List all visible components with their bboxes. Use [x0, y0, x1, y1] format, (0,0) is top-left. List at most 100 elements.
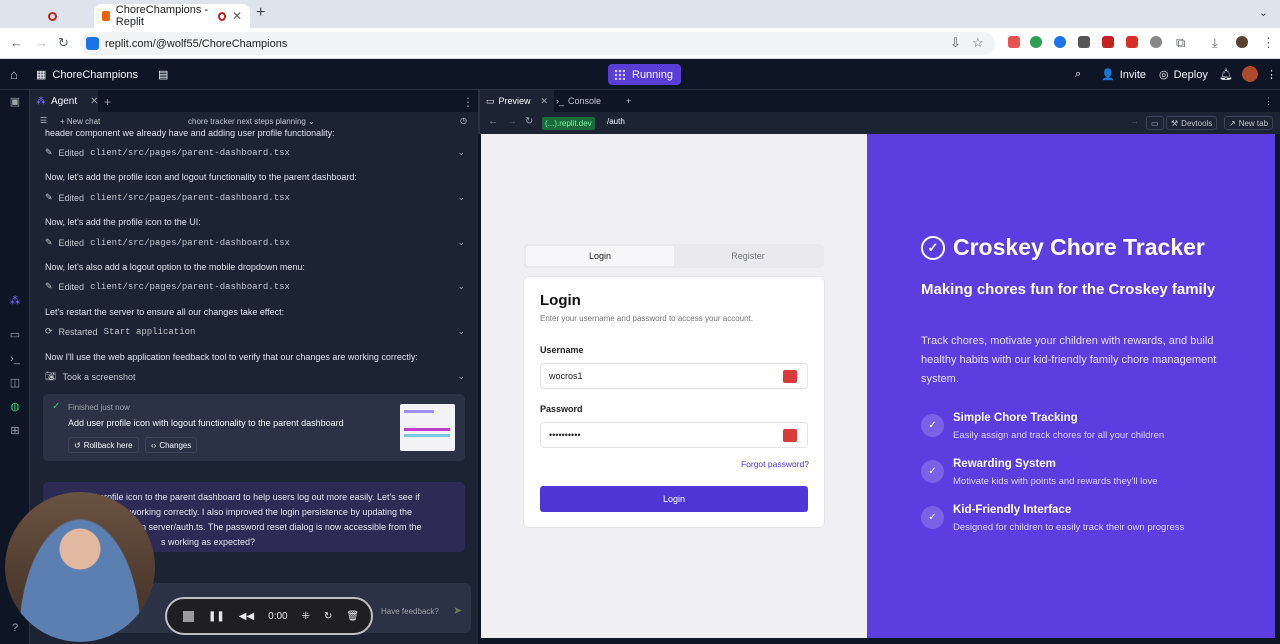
database-icon[interactable]: ◫ [9, 377, 21, 389]
password-field[interactable]: •••••••••• [540, 422, 808, 448]
download-icon[interactable]: ⤓ [1212, 35, 1218, 51]
menu-kebab-icon[interactable]: ⋮ [1262, 35, 1275, 51]
extension-icon[interactable] [1150, 36, 1162, 48]
tab-register[interactable]: Register [674, 246, 822, 266]
files-icon[interactable]: ▣ [9, 96, 21, 108]
preview-icon[interactable]: ▭ [9, 329, 21, 341]
password-manager-icon[interactable] [783, 429, 797, 442]
rewind-icon[interactable]: ◀◀ [239, 611, 254, 622]
chevron-down-icon[interactable]: ⌄ [457, 147, 465, 158]
new-chat-button[interactable]: + New chat [60, 117, 100, 126]
forward-icon[interactable]: → [507, 116, 517, 127]
devtools-button[interactable]: ⚒ Devtools [1166, 116, 1218, 130]
chevron-down-icon[interactable]: ⌄ [457, 237, 465, 248]
shell-icon[interactable]: ›_ [9, 353, 21, 365]
user-avatar[interactable] [1242, 66, 1258, 82]
forgot-password-link[interactable]: Forgot password? [741, 459, 809, 469]
chevron-down-icon[interactable]: ⌄ [457, 281, 465, 292]
close-tab-icon[interactable]: ✕ [232, 9, 242, 23]
bell-icon[interactable]: 🔔︎ [1219, 68, 1233, 81]
rollback-icon: ↺ [74, 440, 81, 450]
url-host[interactable]: (...).replit.dev [542, 117, 595, 130]
screenshot-thumbnail[interactable] [400, 404, 455, 451]
project-title[interactable]: ▦ ChoreChampions ▤ [36, 68, 168, 82]
chevron-down-icon[interactable]: ⌄ [457, 326, 465, 337]
menu-kebab-icon[interactable]: ⋮ [1258, 90, 1279, 112]
camera-icon: 📷︎ [45, 371, 57, 381]
puzzle-icon[interactable]: ⧉ [1176, 35, 1185, 51]
restart-icon[interactable]: ↻ [324, 611, 332, 622]
action-row[interactable]: ✎ Edited client/src/pages/parent-dashboa… [45, 192, 465, 203]
device-icon[interactable]: ▭ [1146, 116, 1164, 130]
action-row[interactable]: ⟳ Restarted Start application ⌄ [45, 326, 465, 337]
url-path[interactable]: /auth [607, 117, 625, 126]
close-icon[interactable]: ✕ [541, 96, 549, 107]
agent-message: Now, let's add the profile icon and logo… [45, 172, 357, 182]
action-row[interactable]: ✎ Edited client/src/pages/parent-dashboa… [45, 281, 465, 292]
agent-tabbar: ⁂ Agent ✕ + ⋮ [30, 90, 478, 112]
hero-title-text: Croskey Chore Tracker [953, 234, 1205, 260]
git-icon[interactable]: ◍ [9, 401, 21, 413]
new-tab-icon[interactable]: + [256, 4, 265, 22]
reload-icon[interactable]: ↻ [58, 35, 69, 51]
address-bar[interactable]: replit.com/@wolf55/ChoreChampions [80, 32, 995, 55]
help-icon[interactable]: ? [9, 622, 21, 634]
install-icon[interactable]: ⇩ [950, 35, 961, 51]
back-icon[interactable]: ← [10, 35, 23, 50]
grid-icon[interactable]: ⁜ [302, 611, 310, 622]
chat-title-dropdown[interactable]: chore tracker next steps planning ⌄ [188, 117, 315, 126]
tab-preview[interactable]: ▭ Preview ✕ [480, 90, 555, 112]
browser-tab-recording[interactable] [40, 4, 92, 28]
chevron-down-icon[interactable]: ⌄ [1259, 6, 1268, 19]
refresh-icon[interactable]: ◷ [460, 116, 467, 125]
tab-console[interactable]: ›_ Console [550, 90, 607, 112]
reload-icon[interactable]: ↻ [525, 116, 533, 127]
stop-icon[interactable] [183, 610, 194, 622]
changes-button[interactable]: ‹› Changes [145, 437, 198, 453]
site-info-icon[interactable] [86, 37, 99, 50]
deploy-label: Deploy [1173, 68, 1208, 81]
browser-tab-active[interactable]: ChoreChampions - Replit ✕ [94, 4, 250, 28]
profile-avatar[interactable] [1236, 36, 1248, 48]
extension-icon[interactable] [1078, 36, 1090, 48]
trash-icon[interactable]: 🗑︎ [346, 611, 359, 622]
deploy-button[interactable]: ◎ Deploy [1159, 68, 1208, 82]
login-button[interactable]: Login [540, 486, 808, 512]
go-icon[interactable]: → [1130, 116, 1139, 126]
extension-icon[interactable] [1102, 36, 1114, 48]
send-icon[interactable]: ➤ [453, 604, 462, 617]
chevron-down-icon[interactable]: ⌄ [457, 371, 465, 382]
add-tab-icon[interactable]: + [104, 95, 111, 109]
extension-icon[interactable] [1008, 36, 1020, 48]
menu-kebab-icon[interactable]: ⋮ [1266, 68, 1277, 81]
close-icon[interactable]: ✕ [90, 96, 98, 107]
rollback-button[interactable]: ↺ Rollback here [68, 437, 139, 453]
tab-login[interactable]: Login [526, 246, 674, 266]
back-icon[interactable]: ← [488, 116, 498, 127]
tab-agent[interactable]: ⁂ Agent ✕ [30, 90, 99, 112]
action-row[interactable]: ✎ Edited client/src/pages/parent-dashboa… [45, 147, 465, 158]
project-menu-icon[interactable]: ▤ [158, 68, 168, 81]
bookmark-star-icon[interactable]: ☆ [972, 35, 984, 51]
invite-button[interactable]: 👤 Invite [1101, 68, 1146, 82]
menu-kebab-icon[interactable]: ⋮ [462, 95, 474, 109]
action-row[interactable]: 📷︎ Took a screenshot ⌄ [45, 371, 465, 382]
new-tab-button[interactable]: ↗ New tab [1224, 116, 1274, 130]
run-status-button[interactable]: Running [608, 64, 681, 85]
all-tools-icon[interactable]: ⊞ [9, 425, 21, 437]
add-tab-icon[interactable]: + [620, 90, 637, 112]
agent-icon[interactable]: ⁂ [9, 295, 21, 307]
extension-icon[interactable] [1054, 36, 1066, 48]
username-field[interactable]: wocros1 [540, 363, 808, 389]
chevron-down-icon[interactable]: ⌄ [457, 192, 465, 203]
feedback-link[interactable]: Have feedback? [381, 607, 439, 616]
home-icon[interactable]: ⌂ [10, 67, 18, 82]
history-icon[interactable]: ☰ [40, 116, 47, 125]
forward-icon[interactable]: → [35, 35, 48, 50]
extension-icon[interactable] [1126, 36, 1138, 48]
pause-icon[interactable]: ❚❚ [208, 611, 225, 622]
password-manager-icon[interactable] [783, 370, 797, 383]
extension-icon[interactable] [1030, 36, 1042, 48]
search-icon[interactable]: ⌕ [1075, 68, 1081, 81]
action-row[interactable]: ✎ Edited client/src/pages/parent-dashboa… [45, 237, 465, 248]
